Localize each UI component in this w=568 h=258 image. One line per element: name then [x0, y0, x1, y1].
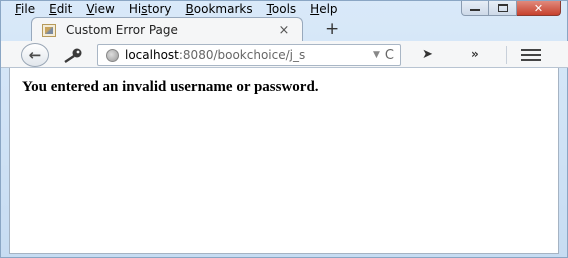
tab-strip: Custom Error Page × +: [1, 17, 568, 42]
menu-edit[interactable]: Edit: [49, 2, 72, 16]
page-content: You entered an invalid username or passw…: [9, 68, 559, 254]
error-message: You entered an invalid username or passw…: [22, 79, 319, 95]
close-window-button[interactable]: ✕: [517, 1, 561, 16]
toolbar-overflow-icon[interactable]: »: [471, 47, 479, 61]
page-favicon-icon: [42, 23, 56, 37]
send-page-icon[interactable]: ➤: [422, 47, 433, 62]
url-bar[interactable]: localhost :8080/bookchoice/j_s ▼ C: [97, 44, 401, 66]
tab-custom-error-page[interactable]: Custom Error Page ×: [31, 17, 303, 42]
new-tab-icon[interactable]: +: [325, 19, 339, 39]
menu-file[interactable]: File: [15, 2, 35, 16]
maximize-button[interactable]: [489, 1, 517, 16]
close-icon: ✕: [533, 1, 544, 15]
menu-hamburger-icon[interactable]: [521, 49, 541, 64]
reload-icon[interactable]: C: [385, 48, 394, 63]
tab-title: Custom Error Page: [66, 23, 178, 37]
back-arrow-icon: ←: [28, 46, 42, 64]
tab-close-icon[interactable]: ×: [276, 23, 292, 38]
menu-tools[interactable]: Tools: [267, 2, 297, 16]
navigation-toolbar: ← localhost :8080/bookchoice/j_s ▼ C ➤ »: [1, 41, 568, 68]
url-path: :8080/bookchoice/j_s: [178, 48, 306, 62]
browser-window: File Edit View History Bookmarks Tools H…: [0, 0, 568, 258]
menu-help[interactable]: Help: [310, 2, 337, 16]
menu-bar: File Edit View History Bookmarks Tools H…: [1, 1, 421, 17]
window-controls: ✕: [461, 1, 561, 17]
history-dropdown-icon[interactable]: ▼: [373, 50, 380, 60]
url-host: localhost: [125, 48, 179, 62]
menu-history[interactable]: History: [129, 2, 172, 16]
key-icon: [64, 48, 82, 63]
minimize-button[interactable]: [461, 1, 489, 16]
globe-icon: [106, 48, 119, 62]
minimize-icon: [470, 9, 480, 11]
maximize-icon: [497, 4, 508, 12]
site-identity-button[interactable]: [59, 46, 87, 64]
toolbar-divider: [506, 46, 507, 64]
menu-view[interactable]: View: [86, 2, 114, 16]
menu-bookmarks[interactable]: Bookmarks: [186, 2, 253, 16]
back-button[interactable]: ←: [21, 43, 49, 67]
